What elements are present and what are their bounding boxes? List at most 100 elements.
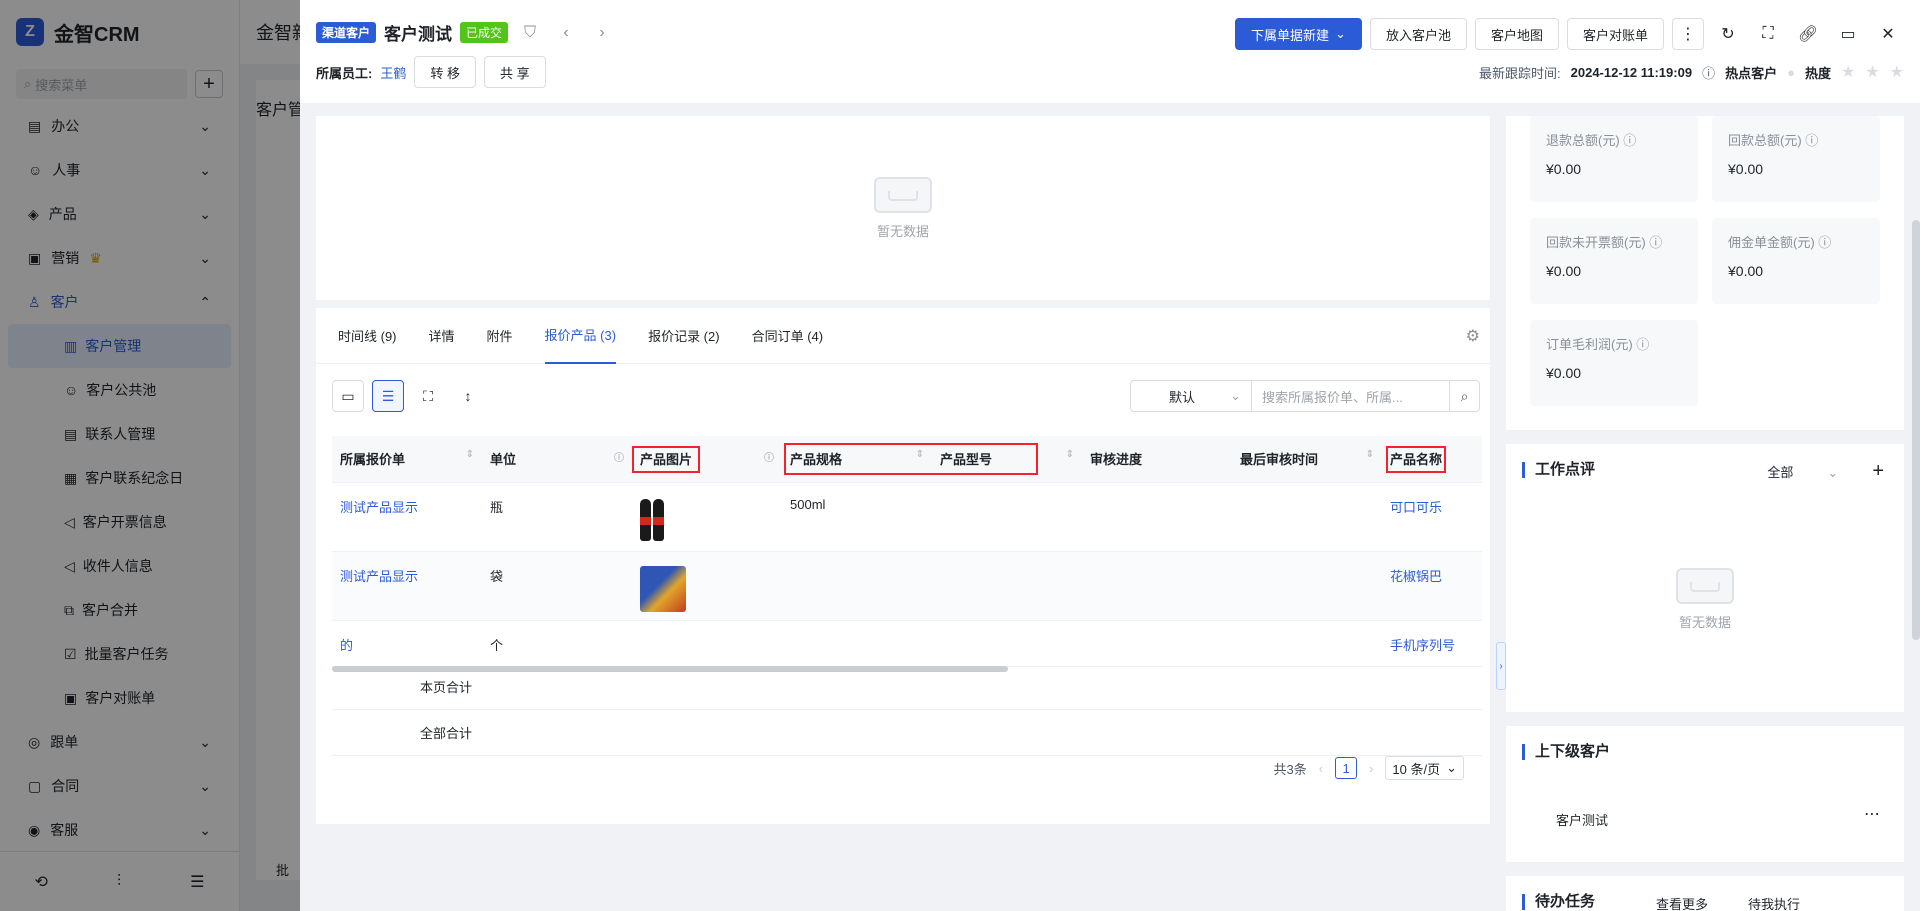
col-header-review-time[interactable]: 最后审核时间 ⇕ <box>1232 436 1382 483</box>
col-header-progress[interactable]: 审核进度 <box>1082 436 1232 483</box>
quote-link[interactable]: 测试产品显示 <box>340 500 418 515</box>
presentation-view-icon[interactable]: ▭ <box>332 380 364 412</box>
stat-value: ¥0.00 <box>1546 365 1582 381</box>
more-options-icon[interactable]: ⋯ <box>1864 804 1880 824</box>
todo-title: 待办任务 <box>1522 894 1595 910</box>
spec-cell: 500ml <box>782 482 932 552</box>
help-icon[interactable]: ⓘ <box>1818 235 1831 250</box>
tab-details[interactable]: 详情 <box>429 308 455 364</box>
customer-name: 客户测试 <box>384 25 453 44</box>
quote-link[interactable]: 测试产品显示 <box>340 569 418 584</box>
stat-value: ¥0.00 <box>1546 263 1582 279</box>
quote-link[interactable]: 的 <box>340 638 353 653</box>
model-cell <box>932 551 1082 621</box>
snack-bag-image[interactable] <box>640 565 686 612</box>
page-size-select[interactable]: 10 条/页 ⌄ <box>1385 756 1464 780</box>
prev-page-icon[interactable]: ‹ <box>1319 761 1323 776</box>
page-number-button[interactable]: 1 <box>1335 757 1358 779</box>
hot-toggle-icon[interactable]: ● <box>1787 65 1795 80</box>
tab-contract-orders[interactable]: 合同订单 (4) <box>752 308 824 364</box>
progress-cell <box>1082 482 1232 552</box>
last-follow-label: 最新跟踪时间: <box>1479 65 1561 81</box>
heat-star-icon[interactable]: ★ <box>1841 62 1855 82</box>
customer-map-button[interactable]: 客户地图 <box>1474 18 1559 50</box>
cola-bottles-image[interactable] <box>640 497 670 541</box>
owner-name-link[interactable]: 王鹤 <box>380 63 406 82</box>
work-review-filter[interactable]: 全部 ⌄ <box>1767 462 1838 481</box>
new-sub-document-button[interactable]: 下属单据新建 ⌄ <box>1235 18 1362 50</box>
parent-customer-title: 上下级客户 <box>1522 744 1610 760</box>
put-into-pool-button[interactable]: 放入客户池 <box>1369 18 1467 50</box>
next-page-icon[interactable]: › <box>1369 761 1373 776</box>
product-name-link[interactable]: 可口可乐 <box>1390 500 1442 515</box>
gear-icon[interactable]: ⚙ <box>1466 326 1480 346</box>
sort-icon[interactable]: ⇕ <box>1366 449 1374 460</box>
add-icon[interactable]: + <box>1872 460 1884 483</box>
help-icon[interactable]: ⓘ <box>1805 133 1818 148</box>
help-icon[interactable]: ⓘ <box>614 449 624 464</box>
table-row[interactable]: 测试产品显示 瓶 500ml 可口可乐 <box>332 482 1482 552</box>
panel-collapse-handle[interactable]: › <box>1496 642 1506 690</box>
list-view-icon[interactable]: ☰ <box>372 380 404 412</box>
tab-timeline[interactable]: 时间线 (9) <box>338 308 397 364</box>
laptop-icon[interactable]: ▭ <box>1832 18 1864 50</box>
stat-value: ¥0.00 <box>1728 161 1764 177</box>
tab-quote-products[interactable]: 报价产品 (3) <box>544 308 617 364</box>
todo-more-link[interactable]: 查看更多 <box>1656 894 1708 911</box>
col-header-image[interactable]: 产品图片 ⓘ <box>632 436 782 483</box>
table-row[interactable]: 测试产品显示 袋 花椒锅巴 <box>332 551 1482 621</box>
table-row[interactable]: 的 个 手机序列号 <box>332 620 1482 667</box>
col-header-unit[interactable]: 单位 ⓘ <box>482 436 632 483</box>
link-icon[interactable]: 🔗︎ <box>1792 18 1824 50</box>
vertical-scrollbar[interactable] <box>1912 220 1920 640</box>
close-icon[interactable]: ✕ <box>1872 18 1904 50</box>
prev-record-icon[interactable]: ‹ <box>552 24 580 42</box>
table-search-input[interactable]: 搜索所属报价单、所属... <box>1252 380 1450 412</box>
view-select[interactable]: 默认 ⌄ <box>1130 380 1252 412</box>
help-icon[interactable]: ⓘ <box>1623 133 1636 148</box>
heat-star-icon[interactable]: ★ <box>1890 62 1904 82</box>
row-height-icon[interactable]: ↕ <box>452 380 484 412</box>
help-icon[interactable]: ⓘ <box>1636 337 1649 352</box>
stats-panel: 退款总额(元) ⓘ ¥0.00 回款总额(元) ⓘ ¥0.00 回款未开票额(元… <box>1506 116 1904 430</box>
pagination-total: 共3条 <box>1273 761 1307 777</box>
spec-cell <box>782 620 932 667</box>
more-options-icon[interactable]: ⋮ <box>1672 18 1704 50</box>
col-header-quote[interactable]: 所属报价单 ⇕ <box>332 436 482 483</box>
stat-card-commission: 佣金单金额(元) ⓘ ¥0.00 <box>1712 218 1880 304</box>
shield-icon[interactable]: ⛉ <box>516 24 544 42</box>
hot-customer-label: 热点客户 <box>1725 65 1778 81</box>
fullscreen-icon[interactable]: ⛶ <box>412 380 444 412</box>
unit-cell: 袋 <box>482 551 632 621</box>
fullscreen-icon[interactable]: ⛶ <box>1752 18 1784 50</box>
empty-state: 暂无数据 <box>1506 568 1904 631</box>
product-image-cell <box>632 620 782 667</box>
sort-icon[interactable]: ⇕ <box>1066 449 1074 460</box>
tab-quote-records[interactable]: 报价记录 (2) <box>648 308 720 364</box>
next-record-icon[interactable]: › <box>588 24 616 42</box>
col-header-product-name[interactable]: 产品名称 <box>1382 436 1482 483</box>
product-image-cell <box>632 551 782 621</box>
help-icon[interactable]: ⓘ <box>764 449 774 464</box>
tab-attachments[interactable]: 附件 <box>487 308 513 364</box>
share-button[interactable]: 共 享 <box>483 56 546 88</box>
transfer-button[interactable]: 转 移 <box>414 56 476 88</box>
help-icon[interactable]: ⓘ <box>1702 63 1715 82</box>
top-empty-panel: 暂无数据 <box>316 116 1490 300</box>
customer-statement-button[interactable]: 客户对账单 <box>1566 18 1664 50</box>
refresh-icon[interactable]: ↻ <box>1712 18 1744 50</box>
product-name-link[interactable]: 手机序列号 <box>1390 638 1455 653</box>
heat-star-icon[interactable]: ★ <box>1865 62 1879 82</box>
col-header-spec[interactable]: 产品规格 ⇕ <box>782 436 1038 483</box>
todo-panel: 待办任务 查看更多 待我执行 <box>1506 876 1904 911</box>
parent-customer-item[interactable]: 客户测试 <box>1556 810 1608 829</box>
page-total-row: 本页合计 <box>332 664 1482 710</box>
search-icon[interactable]: ⌕ <box>1450 380 1480 412</box>
sort-icon[interactable]: ⇕ <box>466 449 474 460</box>
todo-filter[interactable]: 待我执行 <box>1748 894 1800 911</box>
product-name-link[interactable]: 花椒锅巴 <box>1390 569 1442 584</box>
unit-cell: 个 <box>482 620 632 667</box>
help-icon[interactable]: ⓘ <box>1649 235 1662 250</box>
chevron-down-icon: ⌄ <box>1230 388 1241 403</box>
highlight-box <box>784 443 1038 475</box>
